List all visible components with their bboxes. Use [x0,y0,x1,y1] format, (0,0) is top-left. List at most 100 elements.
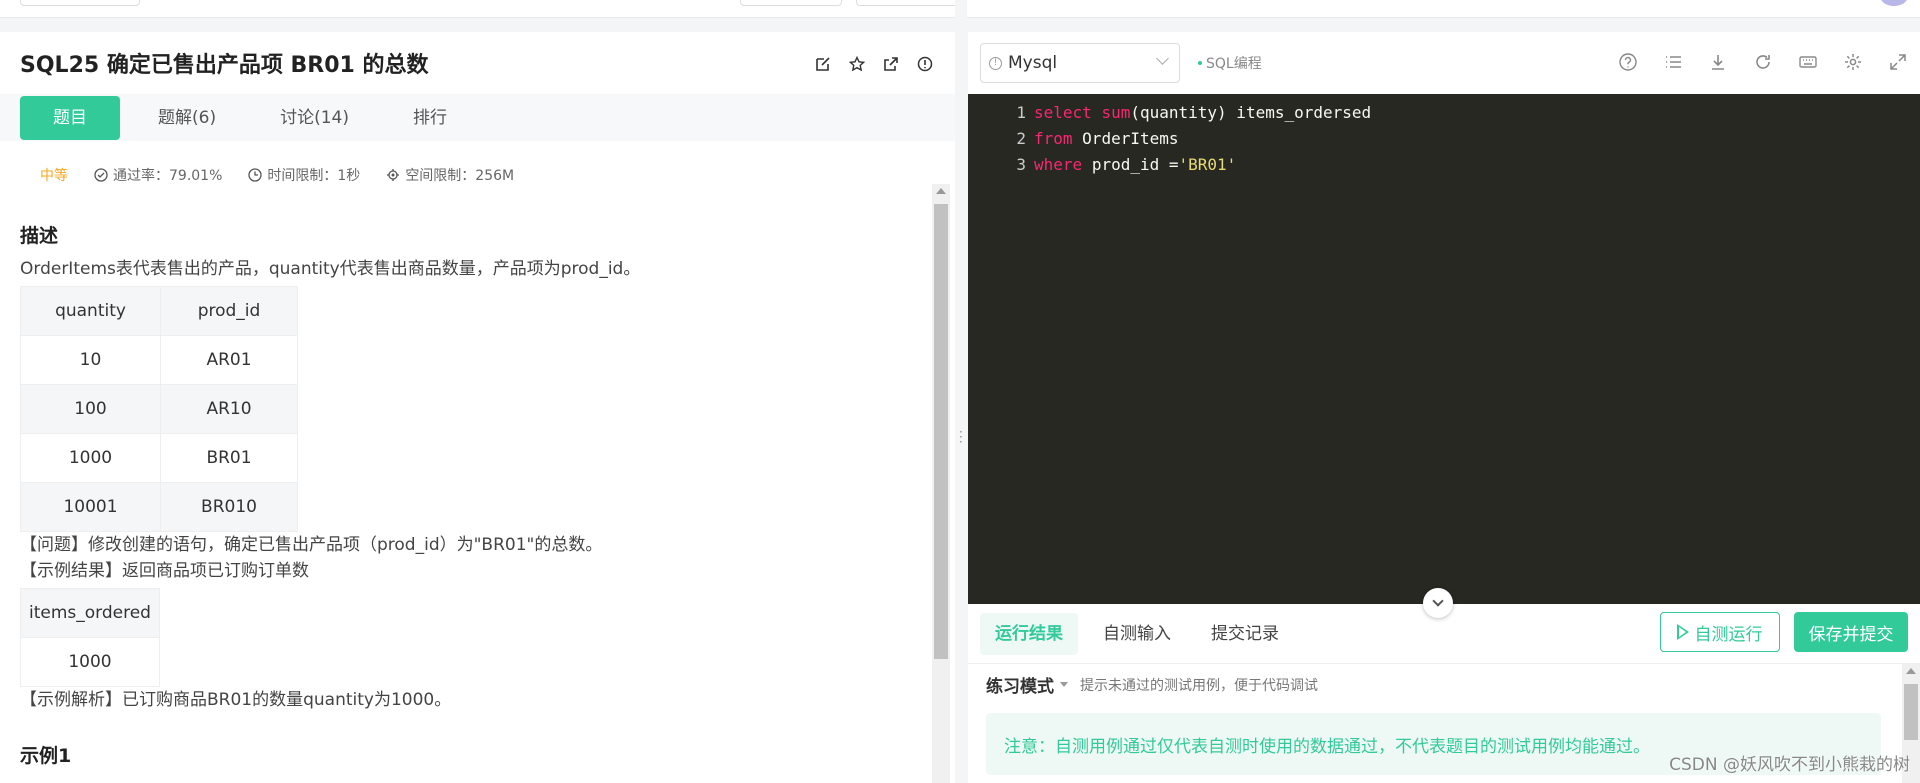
tab-solutions[interactable]: 题解(6) [132,96,242,140]
practice-hint: 提示未通过的测试用例，便于代码调试 [1080,677,1318,694]
table-cell: 1000 [20,637,160,687]
code-line: 2 from OrderItems [968,126,1920,152]
tab-problem[interactable]: 题目 [20,95,120,140]
code-line: 3 where prod_id = 'BR01' [968,152,1920,178]
difficulty-badge: 中等 [40,168,68,184]
drag-handle-icon[interactable]: · · · [959,426,963,448]
problem-panel: SQL25 确定已售出产品项 BR01 的总数 题目 题解(6) 讨论(14) … [0,32,955,783]
info-icon[interactable] [917,56,933,72]
line-number: 2 [1016,129,1026,148]
table-header-row: items_ordered [20,588,160,638]
pass-rate: 通过率：79.01% [113,168,223,184]
language-select[interactable]: ! Mysql [980,43,1180,83]
keyword: where [1034,155,1083,174]
function-name: sum [1101,103,1131,122]
example-heading: 示例1 [20,745,72,767]
mode-label: SQL编程 [1198,53,1262,73]
table-cell: 10 [20,335,161,385]
problem-tabs: 题目 题解(6) 讨论(14) 排行 [0,94,955,141]
panel-resize-handle[interactable]: · · · [955,0,967,783]
tab-run-result[interactable]: 运行结果 [980,612,1078,655]
string-literal: 'BR01' [1178,155,1237,174]
tab-ranking[interactable]: 排行 [387,96,473,140]
problem-content: 中等 通过率：79.01% 时间限制：1秒 空间限制：256M 描述 Order… [0,145,930,783]
table-cell: BR010 [160,482,298,532]
check-circle-icon [94,168,108,182]
editor-actions [1618,52,1908,72]
time-limit: 时间限制：1秒 [267,168,361,184]
language-value: Mysql [1008,53,1058,73]
tab-custom-input[interactable]: 自测输入 [1088,613,1186,655]
table-row: 1000 BR01 [20,433,298,483]
table-cell: AR01 [160,335,298,385]
problem-actions [815,56,933,72]
top-button-stub[interactable] [740,0,842,6]
scroll-thumb[interactable] [934,204,948,659]
table-cell: BR01 [160,433,298,483]
download-icon[interactable] [1708,52,1728,72]
edit-icon[interactable] [815,56,831,72]
table-row: 100 AR10 [20,384,298,434]
clock-icon [248,168,263,182]
scroll-up-icon[interactable] [1906,668,1916,674]
editor-toolbar: ! Mysql SQL编程 [968,32,1920,94]
info-icon: ! [989,56,1002,70]
space-limit: 空间限制：256M [405,168,515,184]
practice-mode-select[interactable]: 练习模式 [986,672,1068,697]
table-header-row: quantity prod_id [20,286,298,336]
scroll-thumb[interactable] [1904,684,1918,740]
keyboard-icon[interactable] [1798,52,1818,72]
tab-submissions[interactable]: 提交记录 [1196,613,1294,655]
table-cell: 10001 [20,482,161,532]
star-icon[interactable] [849,56,865,72]
share-icon[interactable] [883,56,899,72]
gear-icon[interactable] [1843,52,1863,72]
table-cell: 1000 [20,433,161,483]
table-row: 10 AR01 [20,335,298,385]
orderitems-table: quantity prod_id 10 AR01 100 AR10 1000 BR01… [20,286,298,532]
column-header: quantity [20,286,161,336]
keyword: from [1034,129,1073,148]
save-submit-button[interactable]: 保存并提交 [1794,612,1908,652]
tab-discussion[interactable]: 讨论(14) [254,96,375,140]
code-line: 1 select sum (quantity) items_ordersed [968,100,1920,126]
question-text: 【问题】修改创建的语句，确定已售出产品项（prod_id）为"BR01"的总数。 [20,535,603,555]
editor-panel: ! Mysql SQL编程 1 select sum (quantity) item… [968,32,1920,783]
code-text: OrderItems [1082,129,1179,148]
code-text: prod_id = [1091,155,1179,174]
top-button-stub[interactable] [856,0,958,6]
description-heading: 描述 [20,225,59,247]
fullscreen-icon[interactable] [1888,52,1908,72]
play-icon [1676,624,1689,640]
table-row: 1000 [20,637,160,687]
mode-text: SQL编程 [1206,56,1262,72]
run-button-label: 自测运行 [1694,624,1763,645]
watermark: CSDN @妖风吹不到小熊栽的树 [1669,755,1910,775]
example-result-text: 【示例结果】返回商品项已订购订单数 [20,561,309,581]
column-header: prod_id [160,286,298,336]
description-text: OrderItems表代表售出的产品，quantity代表售出商品数量，产品项为… [20,259,641,279]
self-test-run-button[interactable]: 自测运行 [1660,612,1780,652]
example-explain-text: 【示例解析】已订购商品BR01的数量quantity为1000。 [20,690,452,710]
keyword: select [1034,103,1092,122]
problem-meta: 中等 通过率：79.01% 时间限制：1秒 空间限制：256M [40,165,930,185]
practice-mode: 练习模式 提示未通过的测试用例，便于代码调试 [986,672,1318,697]
column-header: items_ordered [20,588,160,638]
caret-down-icon [1060,682,1068,687]
refresh-icon[interactable] [1753,52,1773,72]
code-editor[interactable]: 1 select sum (quantity) items_ordersed 2 fr… [968,94,1920,604]
help-icon[interactable] [1618,52,1638,72]
line-number: 1 [1016,103,1026,122]
problem-scrollbar[interactable] [932,184,950,783]
chip-icon [387,169,400,181]
problem-title: SQL25 确定已售出产品项 BR01 的总数 [20,53,429,78]
dot-icon [1198,61,1202,65]
table-row: 10001 BR010 [20,482,298,532]
avatar[interactable] [1880,0,1908,6]
list-icon[interactable] [1663,52,1683,72]
chevron-down-icon [1156,52,1169,65]
top-search-stub[interactable] [20,0,140,6]
table-cell: 100 [20,384,161,434]
practice-mode-label: 练习模式 [986,677,1054,697]
scroll-up-icon[interactable] [936,188,946,194]
